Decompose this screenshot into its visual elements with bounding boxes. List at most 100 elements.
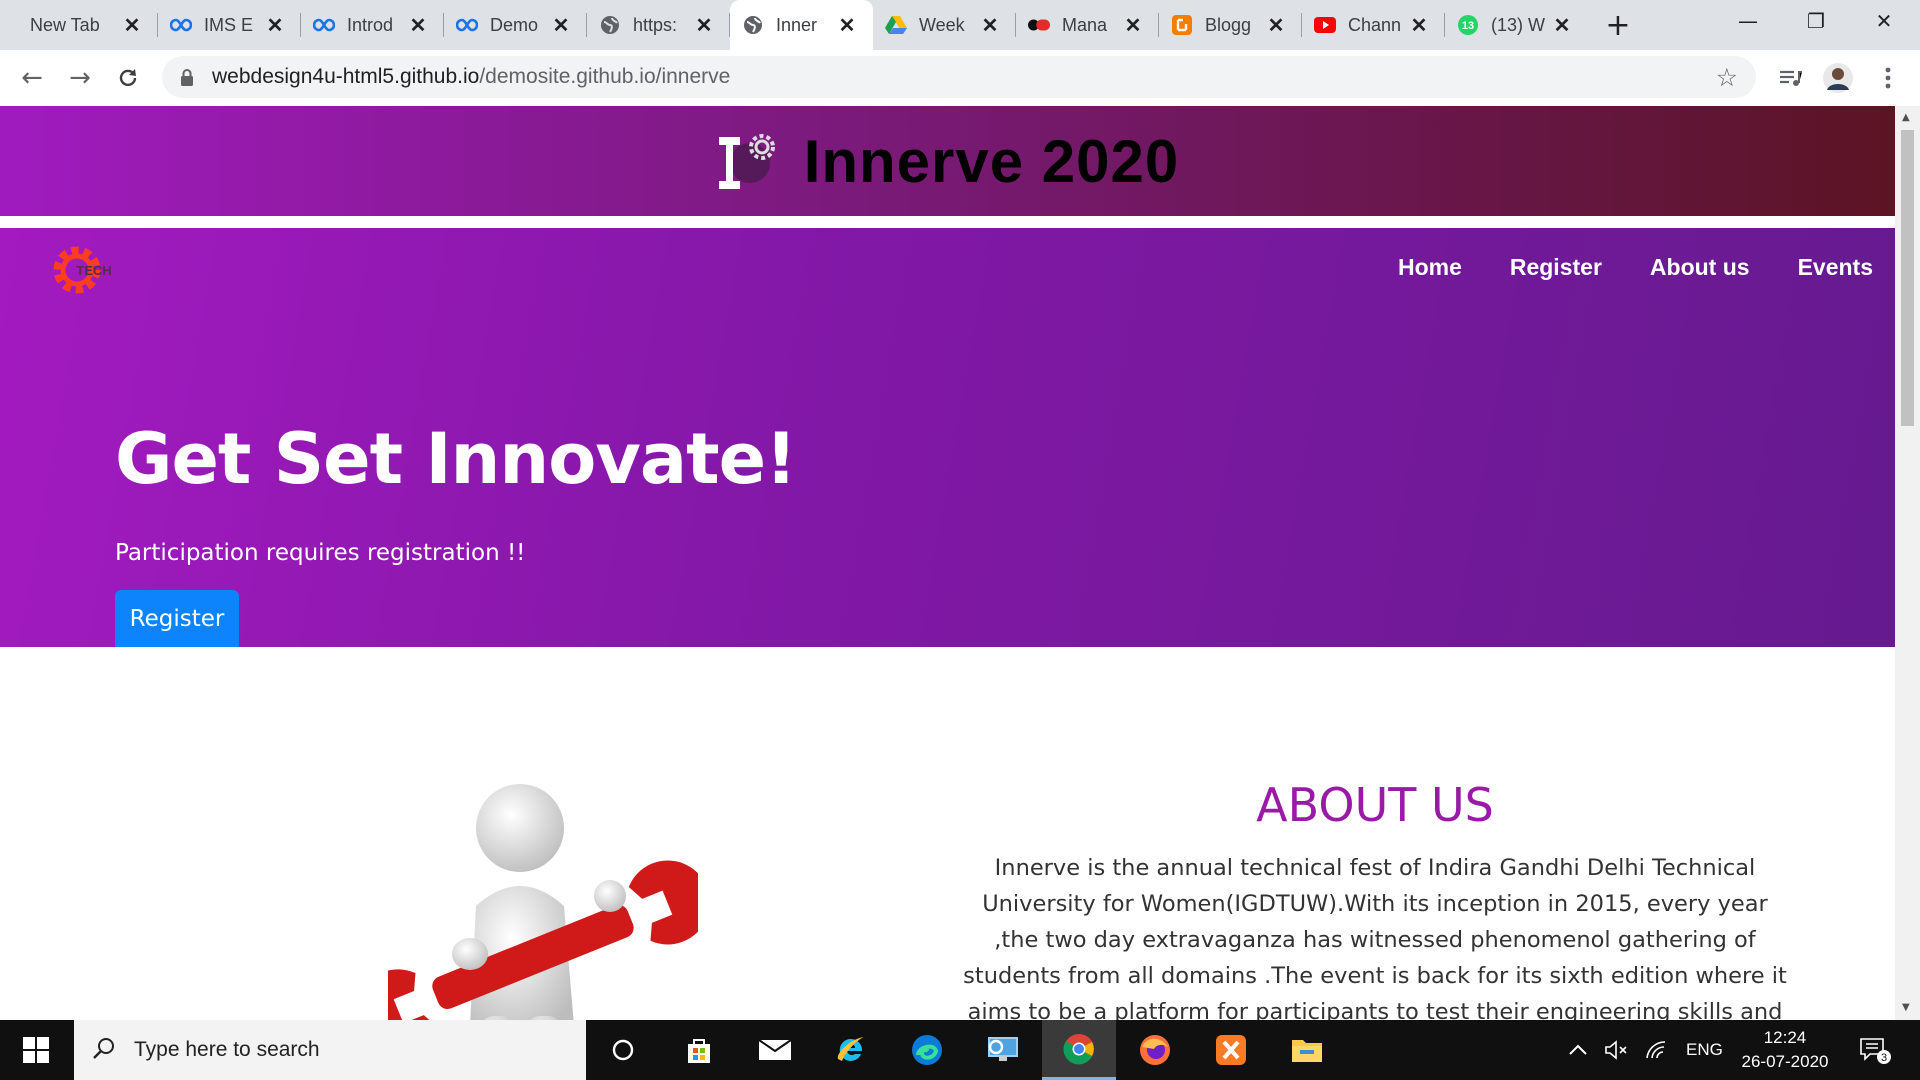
tab-title: Introd xyxy=(347,14,394,35)
register-button[interactable]: Register xyxy=(115,590,239,647)
profile-avatar[interactable] xyxy=(1820,60,1856,96)
tab-intro[interactable]: Introd ✕ xyxy=(301,0,444,50)
notification-center-icon[interactable]: 3 xyxy=(1858,1020,1892,1080)
url-host: webdesign4u-html5.github.io xyxy=(212,65,480,88)
about-title: ABOUT US xyxy=(1256,778,1494,832)
windows-taskbar: Type here to search ENG 12:24 26-07-2020… xyxy=(0,1020,1920,1080)
tray-chevron-icon[interactable] xyxy=(1568,1020,1588,1080)
whatsapp-badge: 13 xyxy=(1462,20,1474,32)
tab-ims[interactable]: IMS E ✕ xyxy=(158,0,301,50)
page-scrollbar[interactable]: ▲ ▼ xyxy=(1895,106,1920,1020)
firefox-icon[interactable] xyxy=(1118,1020,1192,1080)
hero-subtitle: Participation requires registration !! xyxy=(115,540,526,566)
tab-manage[interactable]: Mana ✕ xyxy=(1016,0,1159,50)
close-icon[interactable]: ✕ xyxy=(692,13,716,38)
about-body: Innerve is the annual technical fest of … xyxy=(963,855,1787,1020)
youtube-icon xyxy=(1314,14,1336,36)
clock-time: 12:24 xyxy=(1763,1028,1807,1047)
tab-title: Inner xyxy=(776,14,818,35)
xampp-icon[interactable] xyxy=(1194,1020,1268,1080)
chrome-menu-icon[interactable] xyxy=(1870,60,1906,96)
browser-toolbar: ← → webdesign4u-html5.github.io/demosite… xyxy=(0,50,1920,107)
task-view-icon[interactable] xyxy=(586,1020,660,1080)
tab-new-tab[interactable]: New Tab ✕ xyxy=(8,0,158,50)
tab-youtube[interactable]: Chann ✕ xyxy=(1302,0,1445,50)
taskbar-search-box[interactable]: Type here to search xyxy=(74,1020,586,1080)
close-icon[interactable]: ✕ xyxy=(120,13,144,38)
hero-title: Get Set Innovate! xyxy=(115,418,797,500)
tab-title: Mana xyxy=(1062,14,1108,35)
tab-title: Blogg xyxy=(1205,14,1252,35)
globe-icon xyxy=(599,14,621,36)
tab-title: New Tab xyxy=(30,14,100,35)
nav-events[interactable]: Events xyxy=(1798,254,1873,281)
tab-title: Demo xyxy=(490,14,539,35)
language-indicator[interactable]: ENG xyxy=(1686,1020,1723,1080)
tab-https[interactable]: https: ✕ xyxy=(587,0,730,50)
nav-register[interactable]: Register xyxy=(1510,254,1602,281)
close-icon[interactable]: ✕ xyxy=(549,13,573,38)
internet-explorer-icon[interactable] xyxy=(814,1020,888,1080)
store-icon[interactable] xyxy=(662,1020,736,1080)
main-nav: Home Register About us Events xyxy=(1398,254,1873,281)
close-icon[interactable]: ✕ xyxy=(835,13,859,38)
tab-innerve[interactable]: Inner ✕ xyxy=(730,0,873,50)
tab-blogger[interactable]: Blogg ✕ xyxy=(1159,0,1302,50)
clock-date: 26-07-2020 xyxy=(1741,1052,1829,1071)
tab-title: https: xyxy=(633,14,678,35)
tab-demo[interactable]: Demo ✕ xyxy=(444,0,587,50)
media-control-icon[interactable] xyxy=(1772,60,1808,96)
scroll-up-arrow-icon[interactable]: ▲ xyxy=(1902,112,1910,123)
close-icon[interactable]: ✕ xyxy=(1264,13,1288,38)
tools-gear-logo-icon xyxy=(716,129,782,193)
close-icon[interactable]: ✕ xyxy=(406,13,430,38)
whatsapp-icon: 13 xyxy=(1457,14,1479,36)
edge-icon[interactable] xyxy=(890,1020,964,1080)
close-icon[interactable]: ✕ xyxy=(978,13,1002,38)
tab-week[interactable]: Week ✕ xyxy=(873,0,1016,50)
tab-title: (13) W xyxy=(1491,14,1545,35)
bookmark-star-icon[interactable]: ☆ xyxy=(1716,63,1738,92)
chrome-icon[interactable] xyxy=(1042,1020,1116,1080)
about-section: ABOUT US Innerve is the annual technical… xyxy=(960,778,1790,1020)
close-icon[interactable]: ✕ xyxy=(263,13,287,38)
hero-section: TECH Home Register About us Events Get S… xyxy=(0,228,1895,647)
minimize-icon[interactable]: — xyxy=(1714,0,1782,42)
wifi-icon[interactable] xyxy=(1644,1020,1668,1080)
lock-icon[interactable] xyxy=(180,68,194,90)
url-path: /demosite.github.io/innerve xyxy=(479,65,731,88)
tab-title: Chann xyxy=(1348,14,1402,35)
infinity-icon xyxy=(170,14,192,36)
tab-title: IMS E xyxy=(204,14,254,35)
file-explorer-icon[interactable] xyxy=(1270,1020,1344,1080)
nav-about-us[interactable]: About us xyxy=(1650,254,1750,281)
scrollbar-thumb[interactable] xyxy=(1901,130,1914,426)
forward-arrow-icon[interactable]: → xyxy=(64,62,96,94)
volume-muted-icon[interactable] xyxy=(1604,1020,1628,1080)
close-icon[interactable]: ✕ xyxy=(1550,13,1574,38)
windows-start-icon[interactable] xyxy=(0,1020,72,1080)
new-tab-button[interactable]: + xyxy=(1601,8,1635,43)
scroll-down-arrow-icon[interactable]: ▼ xyxy=(1902,1002,1910,1013)
app-icon xyxy=(1028,14,1050,36)
tab-whatsapp[interactable]: 13 (13) W ✕ xyxy=(1445,0,1588,50)
url-text[interactable]: webdesign4u-html5.github.io/demosite.git… xyxy=(212,65,730,89)
taskbar-clock[interactable]: 12:24 26-07-2020 xyxy=(1740,1026,1830,1074)
search-placeholder: Type here to search xyxy=(134,1038,320,1061)
top-banner: Innerve 2020 xyxy=(0,106,1895,216)
notification-count: 3 xyxy=(1881,1052,1887,1064)
address-bar[interactable]: webdesign4u-html5.github.io/demosite.git… xyxy=(162,56,1756,98)
back-arrow-icon[interactable]: ← xyxy=(16,62,48,94)
reload-icon[interactable] xyxy=(112,62,144,94)
banner-title: Innerve 2020 xyxy=(803,127,1180,195)
close-icon[interactable]: ✕ xyxy=(1121,13,1145,38)
tech-gear-logo[interactable]: TECH xyxy=(50,238,116,308)
remote-desktop-icon[interactable] xyxy=(966,1020,1040,1080)
nav-home[interactable]: Home xyxy=(1398,254,1462,281)
mail-icon[interactable] xyxy=(738,1020,812,1080)
infinity-icon xyxy=(313,14,335,36)
infinity-icon xyxy=(456,14,478,36)
restore-icon[interactable]: ❐ xyxy=(1782,0,1850,42)
close-icon[interactable]: ✕ xyxy=(1407,13,1431,38)
window-close-icon[interactable]: ✕ xyxy=(1850,0,1918,42)
